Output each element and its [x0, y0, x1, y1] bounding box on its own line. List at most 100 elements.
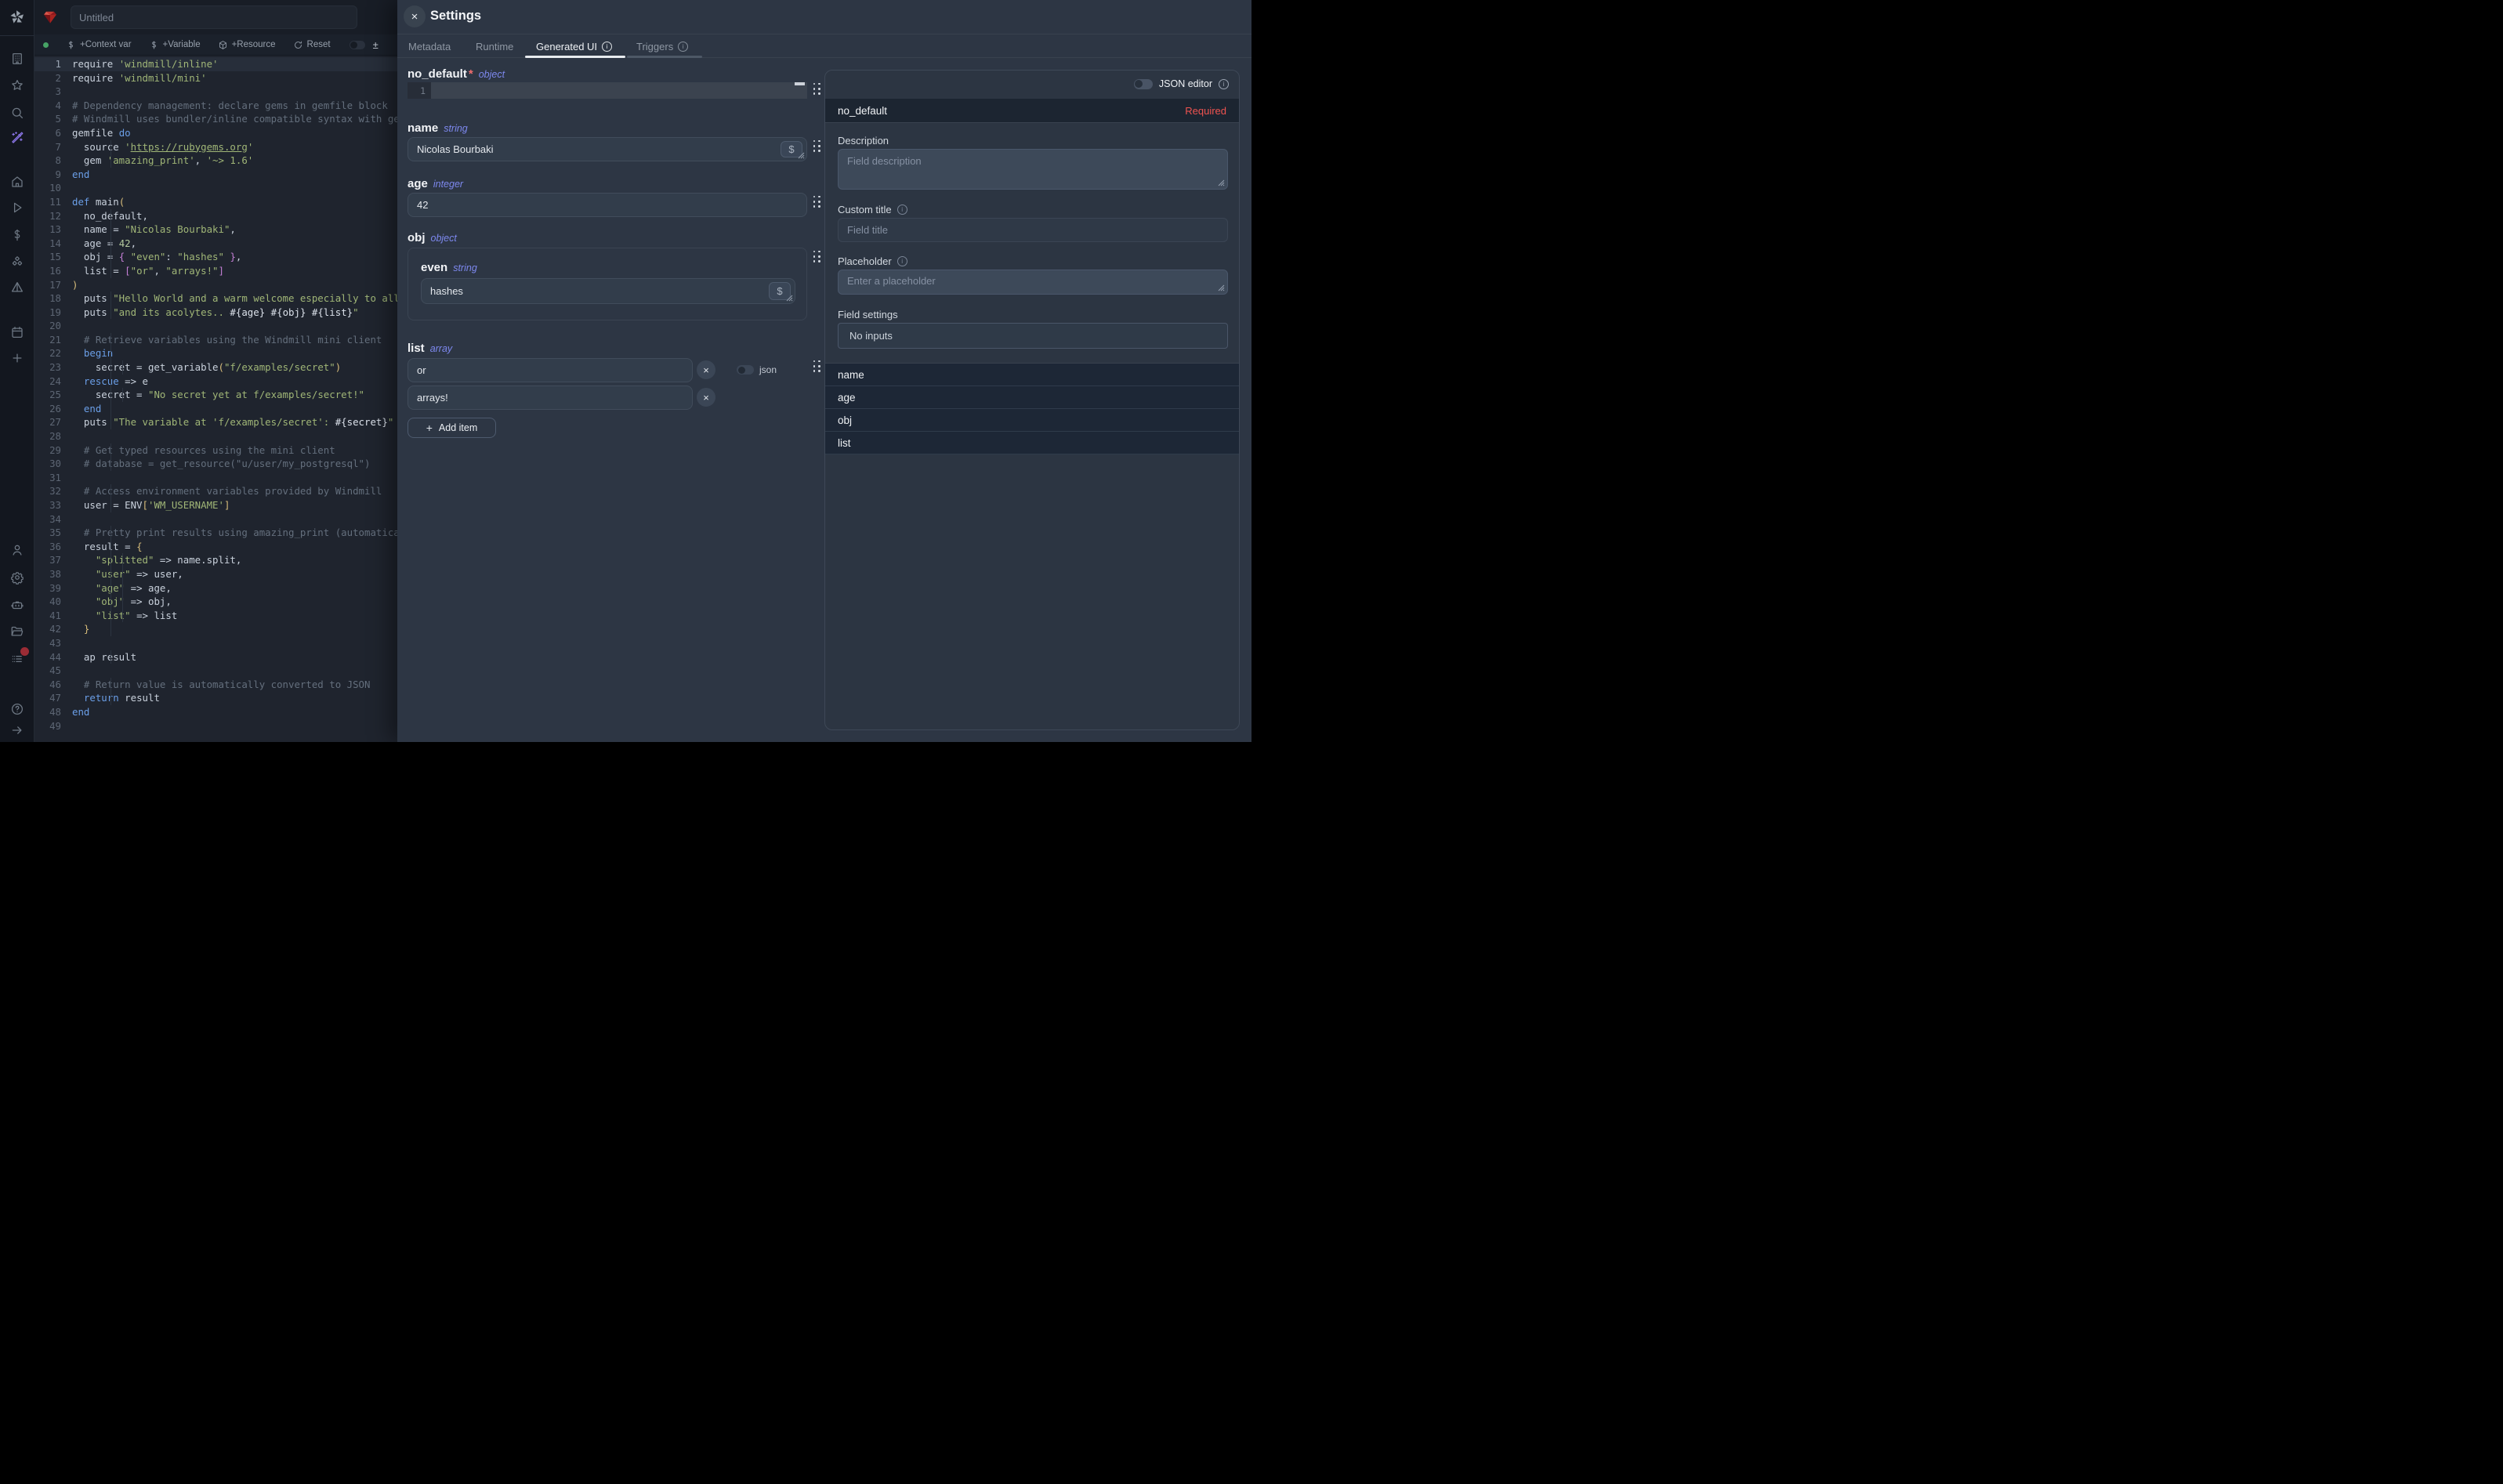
status-dot — [43, 42, 49, 48]
age-input[interactable]: 42 — [408, 193, 807, 217]
tab-generated-ui[interactable]: Generated UIi — [536, 34, 612, 58]
remove-item-icon[interactable]: × — [697, 388, 715, 407]
ruby-language-icon — [42, 9, 58, 25]
field-type: object — [479, 69, 505, 80]
json-editor-toggle[interactable] — [1134, 79, 1153, 89]
dollar-icon — [149, 40, 159, 50]
field-label-even: even string — [421, 261, 477, 274]
favorites-icon[interactable] — [10, 78, 24, 92]
field-settings-select[interactable]: No inputs — [838, 323, 1228, 349]
secondary-tab-underline — [627, 56, 702, 58]
plus-icon: + — [426, 422, 433, 434]
editor-minimap — [795, 82, 805, 85]
placeholder-textarea[interactable] — [838, 270, 1228, 295]
diff-toggle[interactable] — [350, 41, 365, 49]
drag-handle-icon[interactable] — [813, 196, 821, 208]
help-icon[interactable] — [10, 702, 24, 716]
description-textarea[interactable] — [838, 149, 1228, 190]
field-name: list — [408, 342, 425, 355]
package-icon — [218, 40, 228, 50]
json-editor-label: JSON editor — [1159, 78, 1212, 89]
info-icon[interactable]: i — [602, 42, 612, 52]
schedules-icon[interactable] — [10, 281, 24, 295]
info-icon[interactable]: i — [678, 42, 688, 52]
tab-runtime[interactable]: Runtime — [476, 34, 513, 58]
list-item-input[interactable]: or — [408, 358, 693, 382]
search-icon[interactable] — [10, 106, 24, 120]
settings-icon[interactable] — [10, 570, 24, 585]
reset-icon — [293, 40, 303, 50]
even-input[interactable]: hashes $ — [421, 278, 795, 304]
list-item-input[interactable]: arrays! — [408, 385, 693, 410]
description-label: Description — [838, 135, 889, 147]
field-row-name[interactable]: name — [825, 364, 1239, 386]
toolbar-contextvar-button[interactable]: +Context var — [66, 40, 132, 50]
plus-minus-button[interactable]: ± — [373, 39, 379, 51]
field-label-name: name string — [408, 121, 468, 135]
add-icon[interactable] — [10, 351, 24, 365]
variables-icon[interactable] — [10, 228, 24, 242]
sidebar-divider — [0, 35, 34, 36]
no-default-json-input[interactable]: 1 — [408, 82, 807, 99]
field-settings-label: Field settings — [838, 309, 898, 320]
active-tab-underline — [525, 56, 625, 58]
drag-handle-icon[interactable] — [813, 140, 821, 153]
toolbar-variable-button[interactable]: +Variable — [149, 40, 201, 50]
bot-icon[interactable] — [10, 598, 24, 612]
tab-metadata[interactable]: Metadata — [408, 34, 451, 58]
placeholder-label: Placeholder i — [838, 255, 907, 267]
required-asterisk: * — [469, 67, 473, 81]
field-type: array — [430, 343, 452, 354]
field-row-obj[interactable]: obj — [825, 409, 1239, 432]
script-editor-pane: +Context var +Variable +Resource Reset ± 1r… — [34, 0, 397, 742]
field-type: object — [431, 233, 457, 244]
info-icon[interactable]: i — [897, 256, 907, 266]
drag-handle-icon[interactable] — [813, 251, 821, 263]
resize-grip-icon[interactable] — [1218, 179, 1225, 186]
settings-header: × Settings — [397, 0, 1252, 34]
field-label-obj: obj object — [408, 231, 457, 244]
script-name-input[interactable] — [71, 5, 357, 29]
json-toggle[interactable] — [737, 365, 754, 375]
windmill-app: +Context var +Variable +Resource Reset ± 1r… — [0, 0, 1252, 742]
resize-grip-icon[interactable] — [786, 295, 793, 302]
drag-handle-icon[interactable] — [813, 83, 821, 96]
field-type: string — [453, 262, 477, 273]
home-icon[interactable] — [10, 175, 24, 189]
code-lines[interactable]: 1require 'windmill/inline'2require 'wind… — [34, 56, 397, 742]
selected-field-row[interactable]: no_default Required — [825, 99, 1239, 123]
drag-handle-icon[interactable] — [813, 360, 821, 373]
info-icon[interactable]: i — [1219, 79, 1229, 89]
field-row-list[interactable]: list — [825, 432, 1239, 454]
logs-notification-badge — [20, 647, 29, 656]
toolbar-reset-button[interactable]: Reset — [293, 40, 331, 50]
ai-wand-icon[interactable] — [10, 131, 24, 145]
info-icon[interactable]: i — [897, 205, 907, 215]
tab-triggers[interactable]: Triggersi — [636, 34, 688, 58]
add-item-button[interactable]: + Add item — [408, 418, 496, 438]
field-label-list: list array — [408, 342, 452, 355]
field-row-age[interactable]: age — [825, 386, 1239, 409]
field-name: age — [408, 177, 428, 190]
remove-item-icon[interactable]: × — [697, 360, 715, 379]
field-label-no-default: no_default* object — [408, 67, 505, 81]
field-list: name age obj list — [825, 363, 1239, 454]
name-input[interactable]: Nicolas Bourbaki $ — [408, 137, 807, 161]
json-toggle-label: json — [759, 364, 777, 375]
resize-grip-icon[interactable] — [1218, 284, 1225, 291]
close-icon[interactable]: × — [404, 5, 426, 27]
settings-tabbar: Metadata Runtime Generated UIi Triggersi — [397, 34, 1252, 58]
folders-icon[interactable] — [10, 624, 24, 639]
resources-icon[interactable] — [10, 255, 24, 269]
calendar-icon[interactable] — [10, 325, 24, 339]
resize-grip-icon[interactable] — [798, 152, 805, 159]
collapse-icon[interactable] — [10, 723, 24, 737]
user-icon[interactable] — [10, 543, 24, 557]
custom-title-input[interactable] — [838, 218, 1228, 242]
field-label-age: age integer — [408, 177, 463, 190]
field-name: obj — [408, 231, 426, 244]
toolbar-resource-button[interactable]: +Resource — [218, 40, 276, 50]
obj-nested-fields: even string hashes $ — [408, 248, 807, 320]
runs-icon[interactable] — [10, 201, 24, 215]
workspace-icon[interactable] — [10, 52, 24, 66]
